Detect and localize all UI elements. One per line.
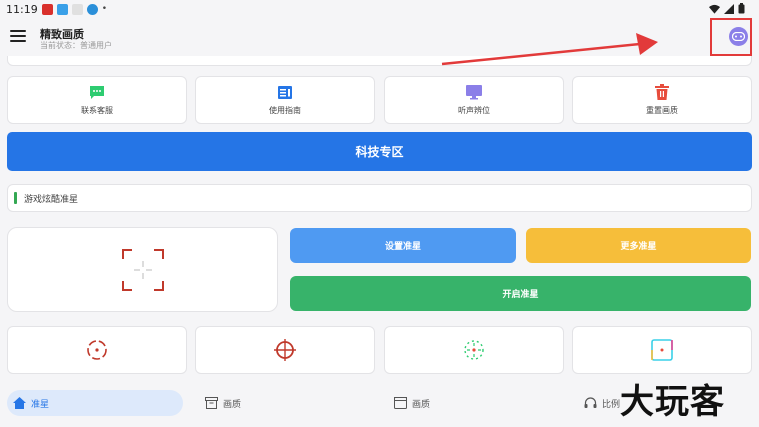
- monitor-icon: [466, 85, 482, 100]
- crosshair-option-1[interactable]: [7, 326, 187, 374]
- crosshair-option-4[interactable]: [572, 326, 752, 374]
- crosshair-square-icon: [651, 339, 673, 361]
- section-title: 游戏炫酷准星: [24, 194, 79, 205]
- tool-label: 联系客服: [81, 105, 113, 115]
- user-guide-card[interactable]: 使用指南: [195, 76, 375, 124]
- avatar-highlight-box: [710, 18, 752, 56]
- nav-crosshair[interactable]: 准星: [7, 390, 183, 416]
- more-crosshair-button[interactable]: 更多准星: [526, 228, 751, 263]
- enable-crosshair-button[interactable]: 开启准星: [290, 276, 751, 311]
- guide-icon: [278, 85, 292, 99]
- crosshair-target-icon: [274, 339, 296, 361]
- tech-zone-button[interactable]: 科技专区: [7, 132, 752, 171]
- crosshair-dotted-icon: [464, 340, 484, 360]
- tool-label: 重置画质: [646, 106, 678, 115]
- crosshair-preview: [7, 227, 278, 312]
- sound-locate-card[interactable]: 听声辨位: [384, 76, 564, 124]
- image-notification-icon: [56, 3, 68, 15]
- tool-label: 听声辨位: [458, 106, 490, 115]
- menu-icon[interactable]: [10, 30, 26, 44]
- section-accent: [14, 192, 17, 204]
- tool-label: 使用指南: [269, 105, 301, 115]
- crosshair-option-2[interactable]: [195, 326, 375, 374]
- box-icon: [394, 397, 407, 409]
- crosshair-circle-icon: [87, 340, 107, 360]
- archive-icon: [205, 397, 218, 409]
- app-notification-icon: [41, 3, 53, 15]
- more-notifications-icon: •: [101, 4, 108, 14]
- status-bar: 11:19 •: [0, 0, 759, 18]
- set-crosshair-button[interactable]: 设置准星: [290, 228, 516, 263]
- chat-icon: [90, 85, 104, 99]
- contact-support-card[interactable]: 联系客服: [7, 76, 187, 124]
- crosshair-preview-icon: [122, 249, 164, 291]
- nav-label: 画质: [412, 399, 431, 410]
- nav-quality[interactable]: 画质: [199, 390, 369, 416]
- nav-quality-2[interactable]: 画质: [388, 390, 558, 416]
- top-card-strip: [7, 56, 752, 66]
- home-icon: [13, 397, 26, 409]
- android-notification-icon: [71, 3, 83, 15]
- crosshair-option-3[interactable]: [384, 326, 564, 374]
- nav-label: 准星: [31, 399, 50, 410]
- reset-quality-card[interactable]: 重置画质: [572, 76, 752, 124]
- info-notification-icon: [86, 3, 98, 15]
- watermark-logo: 大玩客: [620, 382, 725, 422]
- trash-icon: [655, 84, 669, 100]
- nav-label: 画质: [223, 399, 242, 410]
- app-subtitle: 当前状态：普通用户: [40, 41, 112, 50]
- wifi-icon: [709, 4, 720, 14]
- battery-icon: [738, 3, 745, 14]
- status-time: 11:19: [6, 2, 38, 16]
- signal-icon: [724, 3, 734, 14]
- headset-icon: [584, 397, 597, 408]
- crosshair-section-bar: 游戏炫酷准星: [7, 184, 752, 212]
- nav-label: 比例: [602, 399, 621, 410]
- app-bar: 精致画质 当前状态：普通用户: [0, 18, 759, 58]
